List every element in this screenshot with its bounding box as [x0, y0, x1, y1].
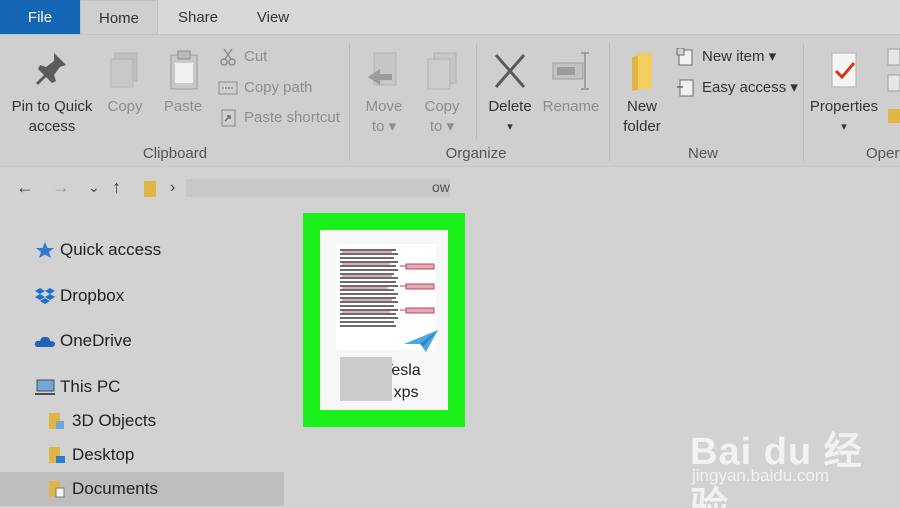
- tab-file[interactable]: File: [0, 0, 80, 34]
- paper-plane-icon: [404, 330, 438, 352]
- properties-button[interactable]: Properties ▾: [806, 49, 882, 137]
- new-item-icon: [676, 48, 693, 66]
- folder-icon: [49, 481, 65, 498]
- easy-access-label: Easy access ▾: [702, 79, 798, 96]
- folder-icon: [632, 53, 652, 91]
- paste-shortcut-icon: [221, 109, 236, 127]
- tab-home[interactable]: Home: [80, 0, 158, 34]
- pin-label-1: Pin to Quick: [11, 98, 93, 115]
- rename-button[interactable]: Rename: [540, 49, 602, 117]
- computer-icon: [35, 379, 55, 395]
- new-folder-label-1: New: [626, 98, 657, 115]
- tab-share[interactable]: Share: [168, 0, 228, 34]
- delete-label: Delete: [488, 98, 532, 115]
- pin-to-quick-access-button[interactable]: Pin to Quick access: [6, 49, 98, 137]
- open-icon: [887, 48, 900, 123]
- watermark-url: jingyan.baidu.com: [692, 466, 830, 485]
- copy-to-icon: [427, 52, 457, 90]
- watermark-logo-text: Bai du 经验: [690, 431, 863, 508]
- move-to-button[interactable]: Move to ▾: [358, 49, 410, 137]
- sidebar-item-label: Desktop: [72, 445, 135, 464]
- scissors-icon: [220, 48, 236, 66]
- watermark: Bai du 经验 jingyan.baidu.com: [690, 420, 890, 508]
- copy-to-label-2: to ▾: [429, 118, 455, 135]
- dropbox-icon: [35, 288, 55, 304]
- sidebar-item-label: Dropbox: [60, 286, 125, 305]
- new-folder-button[interactable]: New folder: [614, 49, 670, 137]
- address-bar: ← → ⌄ ↑ › ow: [0, 166, 900, 210]
- back-button[interactable]: ←: [16, 177, 34, 198]
- address-path-tail: ow: [432, 179, 450, 195]
- new-group-label: New: [687, 145, 718, 162]
- clipboard-group-label: Clipboard: [142, 145, 208, 162]
- new-folder-label-2: folder: [623, 118, 661, 135]
- copy-path-label: Copy path: [244, 79, 313, 96]
- copy-button[interactable]: Copy: [100, 49, 150, 117]
- path-separator: ›: [170, 179, 176, 196]
- paste-shortcut-label: Paste shortcut: [244, 109, 340, 126]
- tab-view[interactable]: View: [246, 0, 300, 34]
- new-item-label: New item ▾: [702, 48, 777, 65]
- sidebar-item-label: OneDrive: [60, 331, 132, 350]
- cloud-icon: [34, 336, 55, 347]
- rename-label: Rename: [542, 98, 600, 115]
- paste-shortcut-button[interactable]: Paste shortcut: [218, 107, 340, 129]
- move-to-label-1: Move: [365, 98, 403, 115]
- organize-group-label: Organize: [445, 145, 507, 162]
- delete-button[interactable]: Delete ▾: [484, 49, 536, 137]
- address-path[interactable]: [186, 179, 450, 197]
- pin-label-2: access: [28, 118, 76, 135]
- group-divider: [349, 43, 350, 161]
- cut-button[interactable]: Cut: [218, 46, 267, 68]
- copy-path-icon: [218, 81, 238, 95]
- copy-path-button[interactable]: Copy path: [218, 77, 312, 99]
- file-name-redaction: [340, 357, 392, 401]
- easy-access-icon: [677, 79, 694, 97]
- copy-to-label-1: Copy: [424, 98, 460, 115]
- ribbon-tabs: File Home Share View: [0, 0, 900, 34]
- folder-icon: [144, 181, 156, 197]
- folder-icon: [49, 447, 65, 463]
- properties-label: Properties: [809, 98, 879, 115]
- group-divider: [609, 43, 610, 161]
- folder-icon: [49, 413, 64, 429]
- star-icon: [36, 242, 54, 258]
- recent-locations-button[interactable]: ⌄: [88, 179, 100, 196]
- cut-label: Cut: [244, 48, 268, 65]
- group-divider: [803, 43, 804, 161]
- easy-access-button[interactable]: Easy access ▾: [676, 77, 798, 99]
- new-item-button[interactable]: New item ▾: [676, 46, 776, 68]
- sidebar-item-label: Quick access: [60, 240, 162, 259]
- open-group-label: Oper: [866, 145, 900, 162]
- delete-x-icon: [494, 54, 526, 88]
- sidebar-item-label: This PC: [60, 377, 121, 396]
- sidebar-item-label: 3D Objects: [72, 411, 157, 430]
- copy-label: Copy: [107, 98, 143, 115]
- properties-arrow: ▾: [841, 121, 847, 133]
- navigation-pane: Quick access Dropbox OneDrive This PC 3D…: [0, 210, 286, 508]
- paste-label: Paste: [163, 98, 203, 115]
- move-to-label-2: to ▾: [371, 118, 397, 135]
- ribbon: Pin to Quick access Copy Paste Cut Copy …: [0, 34, 900, 166]
- organize-inner-divider: [476, 43, 477, 139]
- paste-button[interactable]: Paste: [158, 49, 208, 117]
- clipboard-icon: [170, 50, 198, 90]
- rename-icon: [552, 52, 589, 90]
- move-to-icon: [368, 52, 397, 86]
- up-button[interactable]: ↑: [112, 177, 121, 198]
- delete-arrow: ▾: [507, 121, 513, 133]
- copy-icon: [110, 52, 138, 88]
- forward-button[interactable]: →: [52, 177, 70, 198]
- sidebar-item-label: Documents: [72, 479, 158, 498]
- pin-icon: [36, 53, 66, 85]
- copy-to-button[interactable]: Copy to ▾: [416, 49, 468, 137]
- properties-icon: [831, 52, 857, 88]
